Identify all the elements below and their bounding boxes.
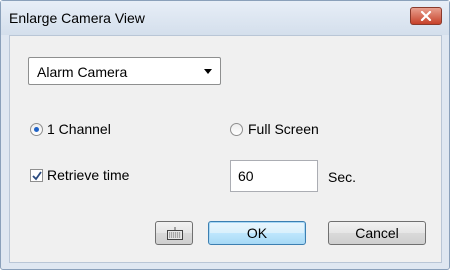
dialog-window: Enlarge Camera View Alarm Camera 1 Chann… [0, 0, 450, 270]
keyboard-icon [167, 227, 183, 240]
close-icon [420, 11, 432, 21]
close-button[interactable] [410, 7, 442, 25]
dialog-title: Enlarge Camera View [9, 10, 145, 26]
full-screen-label[interactable]: Full Screen [248, 121, 319, 137]
radio-one-channel[interactable] [30, 123, 43, 136]
title-bar: Enlarge Camera View [1, 1, 449, 35]
dialog-body: Alarm Camera 1 Channel Full Screen Retri… [9, 35, 442, 263]
camera-select-value: Alarm Camera [37, 64, 128, 80]
radio-full-screen[interactable] [230, 123, 243, 136]
seconds-unit-label: Sec. [328, 169, 357, 185]
camera-select[interactable]: Alarm Camera [28, 57, 221, 85]
chevron-down-icon [204, 69, 212, 74]
retrieve-time-label[interactable]: Retrieve time [47, 167, 129, 183]
retrieve-time-checkbox[interactable] [30, 169, 43, 182]
ok-button[interactable]: OK [208, 221, 306, 245]
retrieve-time-input[interactable]: 60 [230, 160, 318, 192]
keyboard-button[interactable] [155, 221, 193, 245]
cancel-button[interactable]: Cancel [328, 221, 426, 245]
check-icon [32, 171, 42, 181]
one-channel-label[interactable]: 1 Channel [47, 121, 111, 137]
